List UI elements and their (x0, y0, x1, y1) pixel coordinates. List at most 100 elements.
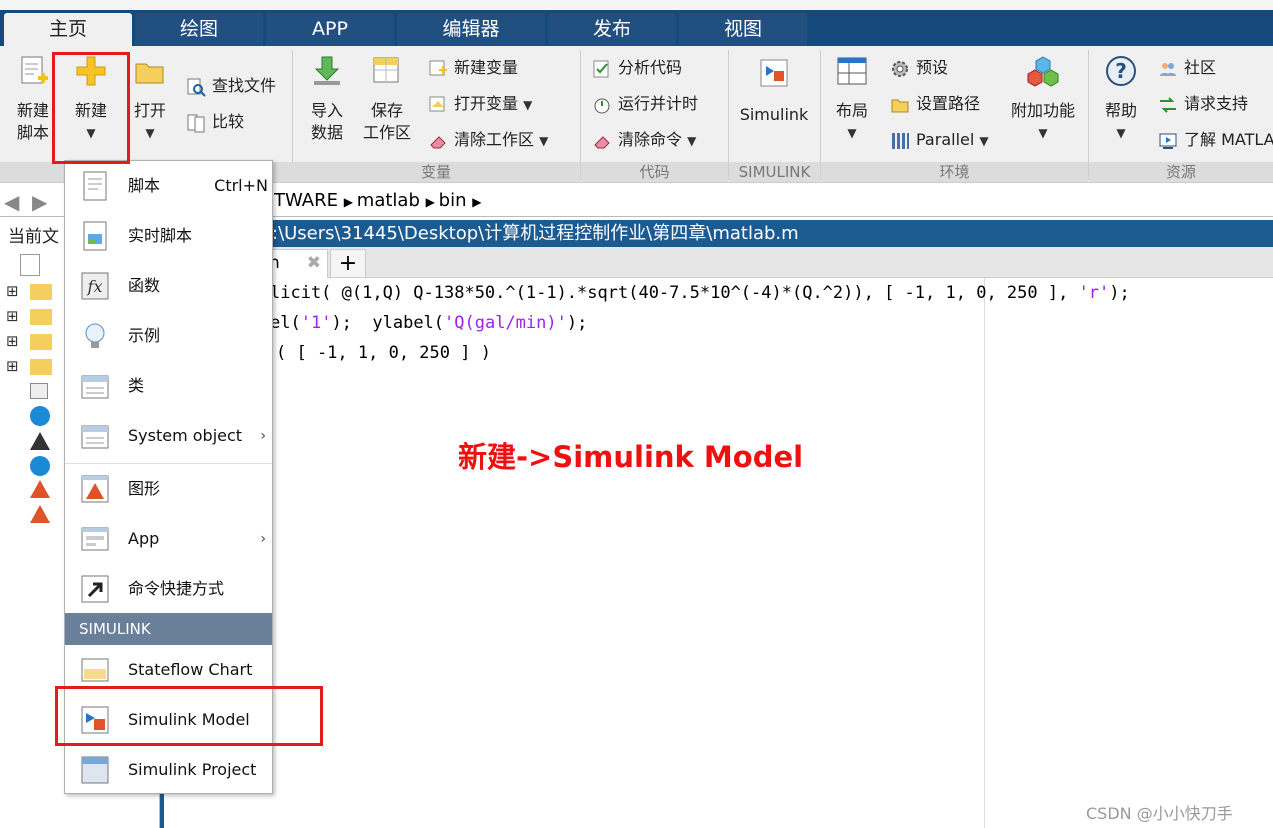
parallel-label: Parallel (916, 130, 975, 149)
open-variable-button[interactable]: 打开变量 ▼ (428, 92, 532, 116)
window-top-strip (0, 0, 1273, 10)
preferences-button[interactable]: 预设 (890, 56, 948, 80)
simulink-label: Simulink (739, 105, 809, 124)
menu-item-app[interactable]: App › (65, 514, 272, 564)
analyze-code-icon (593, 60, 609, 77)
menu-item-example[interactable]: 示例 (65, 311, 272, 361)
help-icon: ? (1106, 56, 1136, 86)
breadcrumb-separator-icon: ▶ (472, 195, 482, 209)
open-variable-icon (429, 96, 445, 111)
clear-workspace-button[interactable]: 清除工作区 ▼ (428, 128, 548, 152)
parallel-button[interactable]: Parallel ▼ (890, 128, 989, 152)
menu-item-script[interactable]: 脚本 Ctrl+N (65, 161, 272, 211)
menu-item-command-shortcut[interactable]: 命令快捷方式 (65, 564, 272, 614)
lightbulb-icon (85, 323, 105, 348)
clear-commands-button[interactable]: 清除命令 ▼ (592, 128, 696, 152)
community-icon (1160, 62, 1176, 76)
highlight-new-button (52, 52, 130, 164)
tab-apps[interactable]: APP (266, 13, 394, 46)
layout-button[interactable]: 布局 ▼ (830, 54, 874, 144)
matlab-icon (30, 505, 50, 523)
simulink-button[interactable]: Simulink (736, 56, 812, 126)
layout-icon (837, 57, 867, 85)
new-variable-button[interactable]: 新建变量 (428, 56, 518, 80)
close-tab-icon[interactable]: ✖ (307, 250, 321, 277)
editor-file-path: :\Users\31445\Desktop\计算机过程控制作业\第四章\matl… (160, 220, 1273, 247)
code-text: ); (566, 313, 588, 333)
group-label-environment: 环境 (821, 162, 1088, 182)
folder-icon (30, 359, 52, 375)
learn-matlab-button[interactable]: 了解 MATLAB (1158, 128, 1273, 152)
forward-arrow-icon[interactable]: ▶ (32, 190, 47, 214)
code-line-3[interactable]: ( [ -1, 1, 0, 250 ] ) (276, 343, 491, 363)
svg-text:?: ? (1115, 59, 1127, 83)
breadcrumb-segment[interactable]: bin (439, 190, 467, 211)
run-and-time-label: 运行并计时 (618, 94, 699, 113)
simulink-project-icon (81, 756, 109, 784)
compare-icon (187, 114, 205, 132)
save-workspace-button[interactable]: 保存 工作区 (360, 54, 414, 144)
breadcrumb-segment[interactable]: matlab (357, 190, 420, 211)
find-files-button[interactable]: 查找文件 (186, 74, 276, 98)
open-button[interactable]: 打开 ▼ (128, 54, 172, 144)
menu-item-label: 函数 (128, 276, 161, 295)
shortcut-arrow-icon (81, 575, 109, 603)
folder-expand-icon[interactable]: ⊞ (6, 282, 19, 300)
menu-item-label: 脚本 (128, 176, 161, 195)
folder-expand-icon[interactable]: ⊞ (6, 332, 19, 350)
set-path-button[interactable]: 设置路径 (890, 92, 980, 116)
menu-item-system-object[interactable]: System object › (65, 411, 272, 461)
menu-item-label: 实时脚本 (128, 226, 193, 245)
help-button[interactable]: ? 帮助 ▼ (1098, 54, 1144, 144)
help-caret: ▼ (1116, 126, 1126, 140)
breadcrumb: TWARE ▶ matlab ▶ bin ▶ (274, 190, 481, 211)
import-data-button[interactable]: 导入 数据 (302, 54, 352, 144)
request-support-icon (1160, 96, 1176, 113)
menu-item-class[interactable]: 类 (65, 361, 272, 411)
tab-home[interactable]: 主页 (4, 13, 132, 46)
analyze-code-button[interactable]: 分析代码 (592, 56, 682, 80)
function-fx-icon: fx (81, 272, 109, 300)
compare-button[interactable]: 比较 (186, 110, 244, 134)
highlight-simulink-model (55, 686, 323, 746)
import-data-label: 导入 数据 (310, 101, 343, 142)
file-icon[interactable] (20, 254, 40, 276)
tab-plots[interactable]: 绘图 (135, 13, 263, 46)
breadcrumb-segment[interactable]: TWARE (274, 190, 338, 211)
edge-browser-icon (30, 406, 50, 426)
menu-item-label: 图形 (128, 479, 161, 498)
new-script-icon (21, 56, 48, 84)
add-tab-icon[interactable]: + (330, 249, 366, 278)
code-line-2[interactable]: el('1'); ylabel('Q(gal/min)'); (270, 313, 587, 333)
code-text: ); ylabel( (331, 313, 445, 333)
live-script-icon (83, 221, 107, 251)
run-and-time-button[interactable]: 运行并计时 (592, 92, 698, 116)
tab-publish[interactable]: 发布 (548, 13, 676, 46)
addons-caret: ▼ (1038, 126, 1048, 140)
addons-button[interactable]: 附加功能 ▼ (1008, 54, 1078, 144)
folder-icon (30, 309, 52, 325)
addons-cubes-icon (1027, 56, 1059, 87)
parallel-icon (892, 132, 909, 149)
folder-expand-icon[interactable]: ⊞ (6, 357, 19, 375)
code-line-1[interactable]: licit( @(1,Q) Q-138*50.^(1-1).*sqrt(40-7… (270, 283, 1130, 303)
import-data-icon (314, 56, 340, 85)
clear-workspace-caret: ▼ (539, 134, 549, 148)
help-label: 帮助 (1104, 101, 1137, 120)
menu-item-figure[interactable]: 图形 (65, 464, 272, 514)
submenu-chevron-icon: › (260, 428, 266, 444)
tab-view[interactable]: 视图 (679, 13, 807, 46)
tab-editor[interactable]: 编辑器 (397, 13, 545, 46)
menu-section-simulink: SIMULINK (65, 613, 272, 645)
code-text: licit( @(1,Q) Q-138*50.^(1-1).*sqrt(40-7… (270, 283, 1079, 303)
code-string: '1' (300, 313, 332, 333)
folder-expand-icon[interactable]: ⊞ (6, 307, 19, 325)
menu-item-live-script[interactable]: 实时脚本 (65, 211, 272, 261)
menu-item-function[interactable]: fx 函数 (65, 261, 272, 311)
community-button[interactable]: 社区 (1158, 56, 1216, 80)
request-support-button[interactable]: 请求支持 (1158, 92, 1248, 116)
set-path-icon (891, 99, 909, 112)
menu-item-simulink-project[interactable]: Simulink Project (65, 745, 272, 795)
ribbon-separator (292, 50, 293, 180)
back-arrow-icon[interactable]: ◀ (4, 190, 19, 214)
